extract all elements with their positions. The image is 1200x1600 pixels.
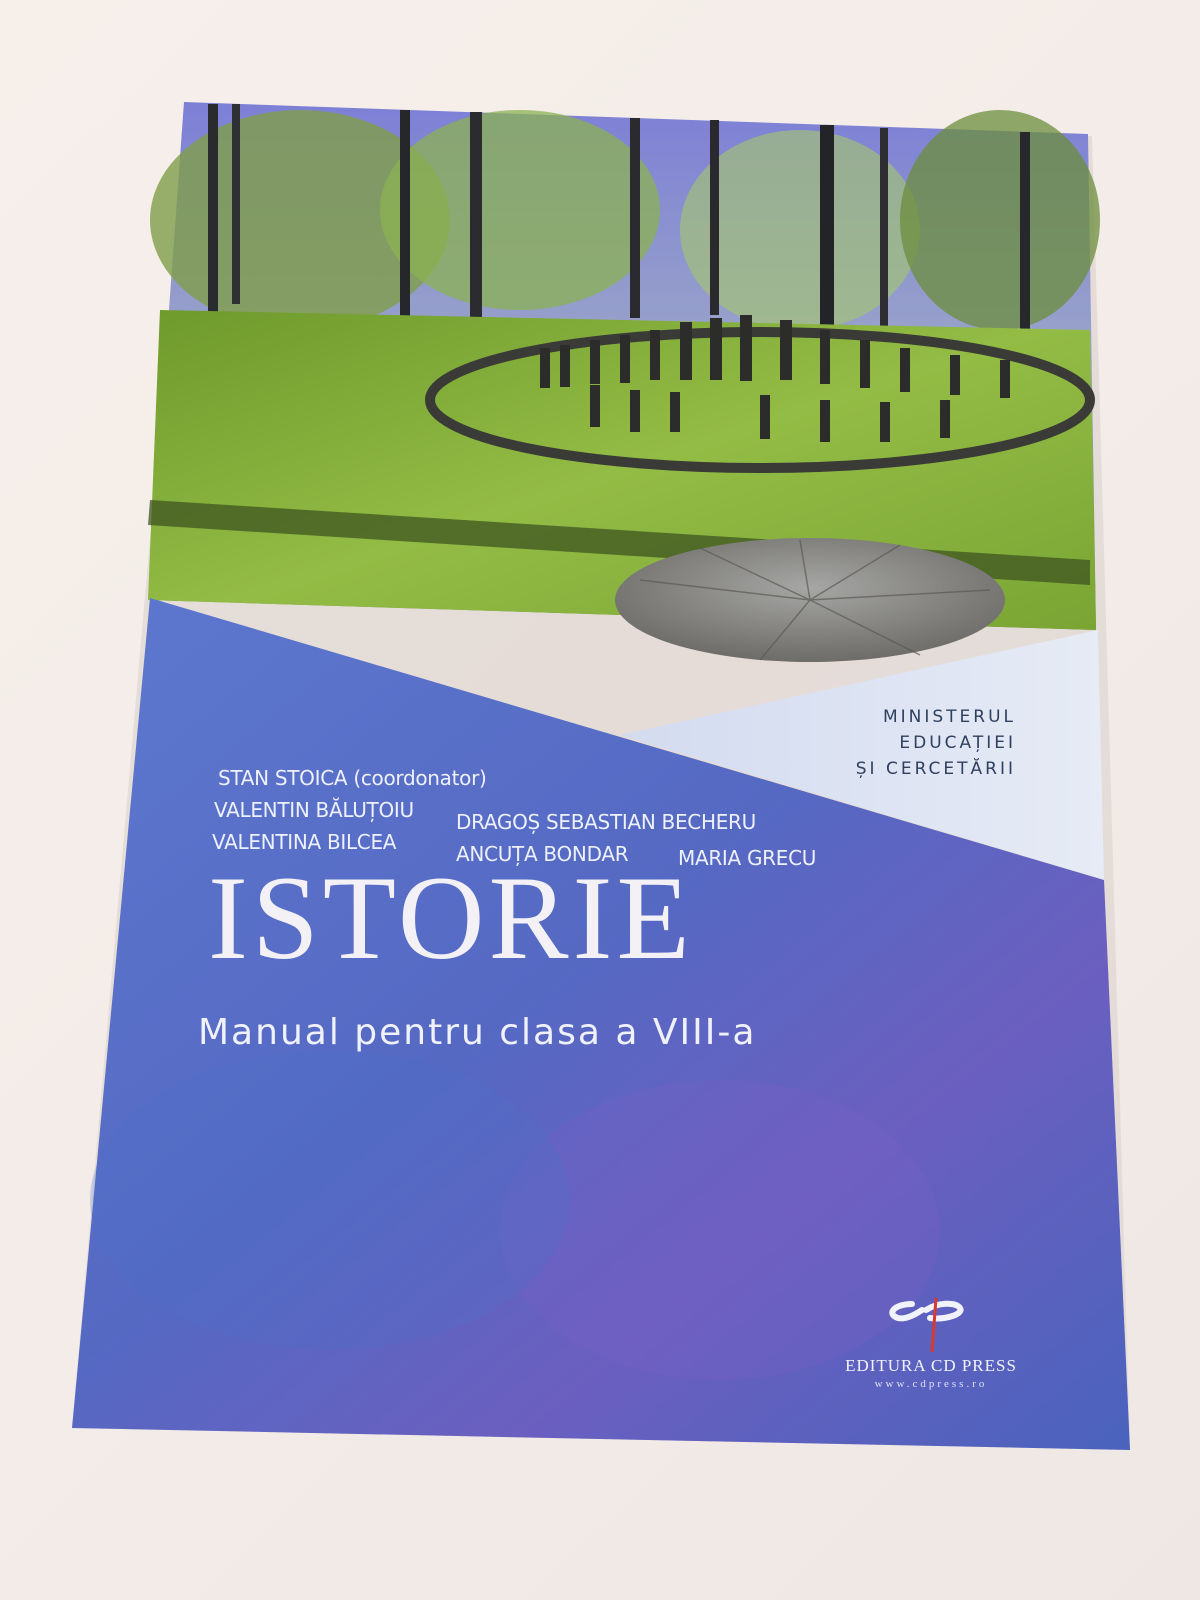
publisher-block: EDITURA CD PRESS www.cdpress.ro: [826, 1310, 1036, 1390]
ministry-line-2: EDUCAȚIEI: [899, 733, 1016, 753]
author-valentin-balutoiu: VALENTIN BĂLUȚOIU: [214, 798, 414, 822]
author-coordinator: STAN STOICA (coordonator): [218, 766, 487, 790]
photo-scene: MINISTERUL EDUCAȚIEI ȘI CERCETĂRII STAN …: [0, 0, 1200, 1600]
ministry-label: MINISTERUL EDUCAȚIEI ȘI CERCETĂRII: [800, 704, 1016, 782]
ministry-line-1: MINISTERUL: [882, 707, 1016, 727]
book-subtitle: Manual pentru clasa a VIII-a: [198, 1012, 757, 1053]
forest-photo: [148, 102, 1100, 662]
publisher-name: EDITURA CD PRESS: [845, 1356, 1017, 1375]
publisher-url: www.cdpress.ro: [874, 1378, 988, 1390]
book-title: ISTORIE: [208, 851, 694, 984]
ministry-line-3: ȘI CERCETĂRII: [855, 759, 1016, 779]
author-maria-grecu: MARIA GRECU: [678, 846, 817, 870]
author-dragos-becheru: DRAGOȘ SEBASTIAN BECHERU: [456, 810, 756, 834]
